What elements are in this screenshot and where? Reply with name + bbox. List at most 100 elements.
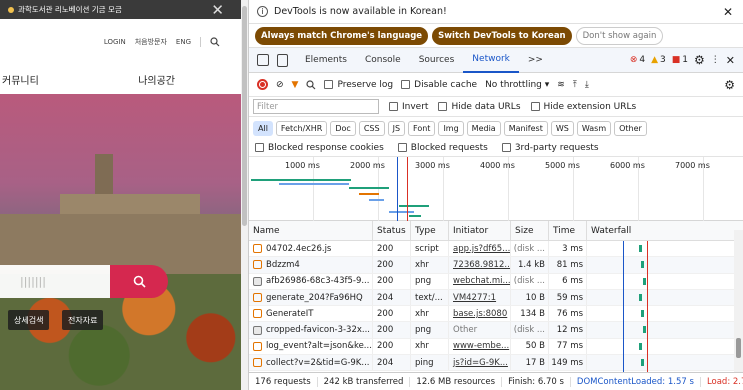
record-button[interactable] [257,79,268,90]
tab-network[interactable]: Network [463,48,519,73]
switch-korean-button[interactable]: Switch DevTools to Korean [432,26,572,45]
cell-initiator[interactable]: js?id=G-9K... [449,355,511,371]
warning-badge[interactable]: ▲ 3 [651,55,666,65]
col-type[interactable]: Type [411,221,449,240]
nav-my-space[interactable]: 나의공간 [138,72,175,87]
timeline-overview[interactable]: 1000 ms 2000 ms 3000 ms 4000 ms 5000 ms 6000 … [249,157,743,221]
notice-text[interactable]: 과학도서관 리노베이션 기금 모금 [18,4,122,15]
type-filter-fetch-xhr[interactable]: Fetch/XHR [275,120,328,136]
col-initiator[interactable]: Initiator [449,221,511,240]
cell-waterfall [587,273,735,289]
upload-icon[interactable]: ⤒ [573,80,577,90]
close-icon[interactable]: ✕ [726,54,735,67]
scroll-thumb[interactable] [242,6,247,226]
scroll-thumb[interactable] [736,338,741,358]
match-language-button[interactable]: Always match Chrome's language [255,26,429,45]
table-row[interactable]: 04702.4ec26.js 200 script app.js?df65... (di… [249,241,743,258]
third-party-checkbox[interactable]: 3rd-party requests [501,142,599,153]
table-row[interactable]: log_event?alt=json&ke... 200 xhr www-embe..… [249,338,743,356]
table-row[interactable]: collect?v=2&tid=G-9K... 204 ping js?id=G-9K… [249,355,743,372]
tab-elements[interactable]: Elements [296,48,356,73]
download-icon[interactable]: ⤓ [585,80,589,90]
notice-bar[interactable]: 과학도서관 리노베이션 기금 모금 ✕ [0,0,248,19]
login-link[interactable]: LOGIN [104,38,126,46]
col-time[interactable]: Time [549,221,587,240]
cell-size: 10 B [511,289,549,306]
tab-sources[interactable]: Sources [410,48,464,73]
type-filter-img[interactable]: Img [438,120,464,136]
table-scrollbar[interactable] [734,230,743,372]
tab-console[interactable]: Console [356,48,410,73]
search-icon[interactable] [210,36,220,47]
cell-initiator[interactable]: www-embe... [449,338,511,355]
type-filter-css[interactable]: CSS [358,120,385,136]
table-row[interactable]: afb26986-68c3-43f5-9... 200 png webchat.mi.… [249,273,743,290]
dont-show-button[interactable]: Don't show again [575,26,664,45]
hide-ext-urls-checkbox[interactable]: Hide extension URLs [530,101,636,112]
type-filter-wasm[interactable]: Wasm [576,120,612,136]
blocked-cookies-checkbox[interactable]: Blocked response cookies [255,142,384,153]
overview-tick-label: 3000 ms [415,161,450,170]
kebab-menu-icon[interactable]: ⋮ [711,55,720,65]
error-badge[interactable]: ⊗ 4 [630,55,645,65]
filter-input[interactable]: Filter [253,99,379,114]
request-table: 04702.4ec26.js 200 script app.js?df65... (di… [249,241,743,383]
issue-icon: ■ [671,55,681,65]
blocked-requests-checkbox[interactable]: Blocked requests [397,142,488,153]
cell-initiator[interactable]: base.js:8080 [449,306,511,322]
type-filter-js[interactable]: JS [387,120,406,136]
close-icon[interactable]: ✕ [723,5,733,19]
search-input[interactable]: ||||||| [0,265,110,298]
type-filter-manifest[interactable]: Manifest [503,120,548,136]
cell-initiator[interactable]: webchat.mi... [449,273,511,289]
hide-data-urls-checkbox[interactable]: Hide data URLs [438,101,521,112]
blocked-requests-label: Blocked requests [410,142,488,153]
cell-type: xhr [411,257,449,273]
inspect-icon[interactable] [257,54,269,66]
type-filter-doc[interactable]: Doc [330,120,356,136]
close-icon[interactable]: ✕ [211,1,224,19]
col-status[interactable]: Status [373,221,411,240]
cell-initiator[interactable]: Other [449,322,511,338]
device-toolbar-icon[interactable] [277,53,288,67]
table-row[interactable]: generate_204?Fa96HQ 204 text/... VM4277:1 10… [249,289,743,307]
col-name[interactable]: Name [249,221,373,240]
wifi-icon[interactable]: ≋ [557,80,565,90]
gear-icon[interactable]: ⚙ [694,53,705,67]
cell-initiator[interactable]: 72368.9812... [449,257,511,273]
page-scrollbar[interactable] [241,0,248,390]
eng-link[interactable]: ENG [176,38,191,46]
devtools-panel: i DevTools is now available in Korean! ✕… [248,0,743,390]
preserve-log-checkbox[interactable]: Preserve log [324,79,393,90]
devtools-tabs: Elements Console Sources Network >> ⊗ 4 ▲… [249,48,743,73]
nav-community[interactable]: 커뮤니티 [2,72,39,87]
type-filter-media[interactable]: Media [466,120,501,136]
gear-icon[interactable]: ⚙ [724,78,735,92]
search-button[interactable] [110,265,168,298]
col-waterfall[interactable]: Waterfall [587,221,735,240]
disable-cache-checkbox[interactable]: Disable cache [401,79,477,90]
table-row[interactable]: GenerateIT 200 xhr base.js:8080 134 B 76 ms [249,306,743,323]
type-filter-all[interactable]: All [253,120,273,136]
cell-name: generate_204?Fa96HQ [249,289,373,306]
table-row[interactable]: cropped-favicon-3-32x... 200 png Other (disk… [249,322,743,339]
type-filter-font[interactable]: Font [408,120,436,136]
throttling-select[interactable]: No throttling ▾ [485,80,549,90]
cell-initiator[interactable]: app.js?df65... [449,241,511,257]
clear-icon[interactable]: ⊘ [276,80,284,90]
more-tabs-button[interactable]: >> [519,48,552,73]
col-size[interactable]: Size [511,221,549,240]
search-icon[interactable] [306,79,316,90]
e-resources-chip[interactable]: 전자자료 [62,310,104,330]
cell-initiator[interactable]: VM4277:1 [449,289,511,306]
issue-badge[interactable]: ■ 1 [672,55,688,65]
advanced-search-chip[interactable]: 상세검색 [8,310,50,330]
first-visit-link[interactable]: 처음방문자 [135,37,167,47]
invert-checkbox[interactable]: Invert [389,101,428,112]
img-icon [253,276,262,286]
filter-icon[interactable]: ▼ [292,80,299,90]
type-filter-ws[interactable]: WS [550,120,574,136]
type-filter-other[interactable]: Other [614,120,647,136]
table-row[interactable]: Bdzzm4 200 xhr 72368.9812... 1.4 kB 81 ms [249,257,743,274]
waterfall-bar [643,277,646,285]
